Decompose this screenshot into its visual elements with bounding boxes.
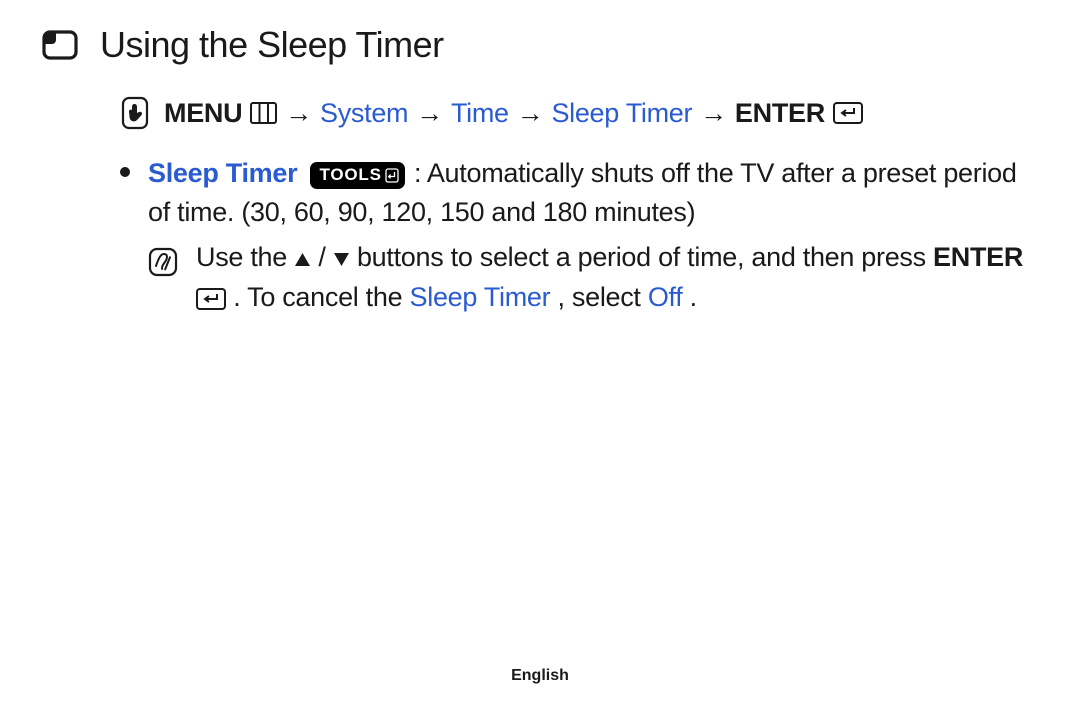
note-slash: / (318, 242, 325, 272)
note-period: . (690, 282, 697, 312)
note-sleep-timer-link: Sleep Timer (410, 282, 551, 312)
triangle-down-icon (333, 239, 350, 278)
note-off-link: Off (648, 282, 683, 312)
menu-label: MENU (164, 98, 242, 129)
note-mid3: , select (558, 282, 648, 312)
tools-badge-label: TOOLS (319, 163, 381, 188)
note-icon (148, 247, 178, 277)
triangle-up-icon (294, 239, 311, 278)
path-sleep-timer: Sleep Timer (551, 98, 692, 129)
menu-grid-icon (250, 102, 277, 124)
navigation-path: MENU → System → Time → Sleep Timer → ENT… (120, 96, 1038, 130)
feature-name: Sleep Timer (148, 158, 297, 188)
path-system: System (320, 98, 408, 129)
note-text: Use the / buttons to select a period of … (196, 238, 1038, 317)
bullet-body: Sleep Timer TOOLS : Automatically shuts … (148, 154, 1038, 318)
hand-touch-icon (120, 96, 150, 130)
bullet-dot-icon (120, 154, 130, 318)
note-mid2: . To cancel the (233, 282, 409, 312)
tools-badge: TOOLS (310, 162, 404, 189)
note-pre: Use the (196, 242, 294, 272)
page-title: Using the Sleep Timer (100, 24, 444, 66)
tab-square-icon (42, 30, 78, 60)
note-row: Use the / buttons to select a period of … (148, 238, 1038, 317)
path-time: Time (451, 98, 509, 129)
enter-key-icon (196, 288, 226, 310)
enter-key-icon (833, 102, 863, 124)
footer-language: English (0, 667, 1080, 685)
arrow-4: → (700, 98, 727, 129)
title-row: Using the Sleep Timer (42, 24, 1038, 66)
arrow-1: → (285, 98, 312, 129)
note-enter-label: ENTER (933, 242, 1023, 272)
note-mid1: buttons to select a period of time, and … (357, 242, 933, 272)
enter-label: ENTER (735, 98, 825, 129)
feature-bullet: Sleep Timer TOOLS : Automatically shuts … (120, 154, 1038, 318)
arrow-3: → (517, 98, 544, 129)
arrow-2: → (416, 98, 443, 129)
